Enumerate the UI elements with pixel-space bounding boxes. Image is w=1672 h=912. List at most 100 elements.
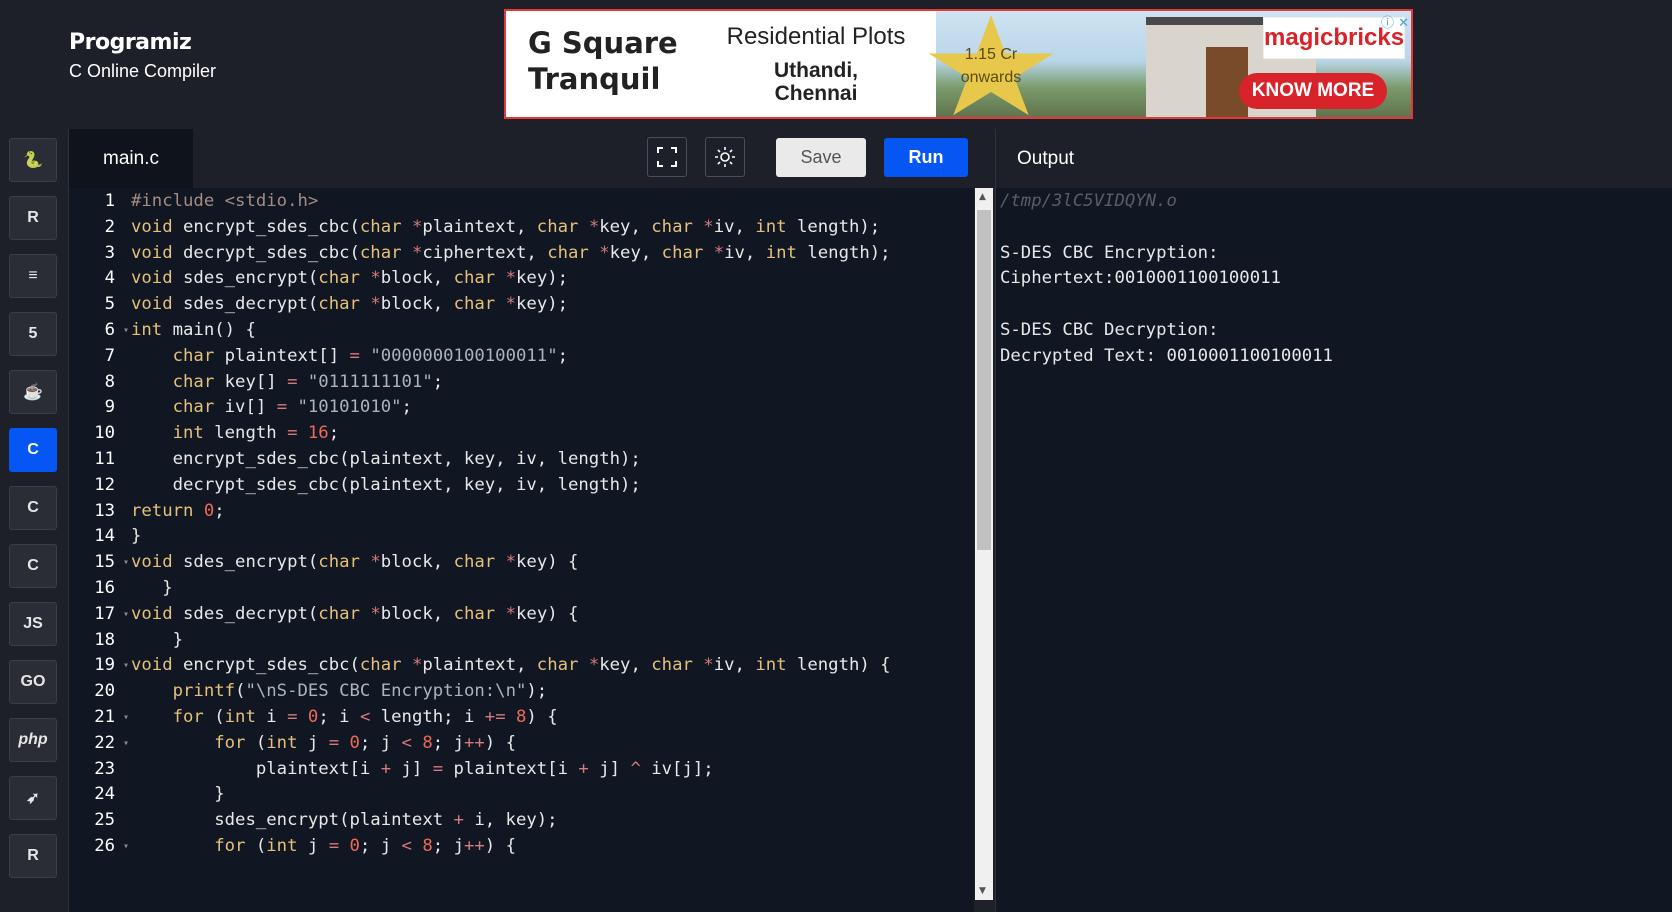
line-number: 23 xyxy=(94,758,115,779)
code-text[interactable]: } xyxy=(131,578,172,598)
know-more-button[interactable]: KNOW MORE xyxy=(1239,73,1387,109)
save-button[interactable]: Save xyxy=(776,138,866,177)
code-line[interactable]: 7 char plaintext[] = "0000000100100011"; xyxy=(69,343,974,370)
output-title: Output xyxy=(1017,148,1075,169)
code-line[interactable]: 18 } xyxy=(69,627,974,654)
code-text[interactable]: void sdes_decrypt(char *block, char *key… xyxy=(131,294,568,314)
code-text[interactable]: #include <stdio.h> xyxy=(131,191,318,211)
code-text[interactable]: decrypt_sdes_cbc(plaintext, key, iv, len… xyxy=(131,475,641,495)
scrollbar-thumb[interactable] xyxy=(977,210,991,550)
sql-icon[interactable]: ≡ xyxy=(9,254,57,298)
code-line[interactable]: 10 int length = 16; xyxy=(69,420,974,447)
code-line[interactable]: 23 plaintext[i + j] = plaintext[i + j] ^… xyxy=(69,756,974,783)
code-line[interactable]: 22 ▾ for (int j = 0; j < 8; j++) { xyxy=(69,730,974,757)
code-text[interactable]: char key[] = "0111111101"; xyxy=(131,372,444,392)
fold-arrow-icon[interactable]: ▾ xyxy=(117,549,131,576)
code-text[interactable]: for (int j = 0; j < 8; j++) { xyxy=(131,733,516,753)
python-icon[interactable]: 🐍 xyxy=(9,138,57,182)
code-text[interactable]: plaintext[i + j] = plaintext[i + j] ^ iv… xyxy=(131,759,714,779)
code-line[interactable]: 6 ▾ int main() { xyxy=(69,317,974,344)
code-text[interactable]: printf("\nS-DES CBC Encryption:\n"); xyxy=(131,681,548,701)
line-number: 17 xyxy=(94,603,115,624)
java-icon[interactable]: ☕ xyxy=(9,370,57,414)
code-line[interactable]: 4 void sdes_encrypt(char *block, char *ke… xyxy=(69,265,974,292)
fold-arrow-icon[interactable]: ▾ xyxy=(117,704,131,731)
go-icon[interactable]: GO xyxy=(9,660,57,704)
code-line[interactable]: 25 sdes_encrypt(plaintext + i, key); xyxy=(69,807,974,834)
code-line[interactable]: 3 void decrypt_sdes_cbc(char *ciphertext,… xyxy=(69,240,974,267)
code-text[interactable]: encrypt_sdes_cbc(plaintext, key, iv, len… xyxy=(131,449,641,469)
ad-close-icon[interactable]: ⓘ ✕ xyxy=(1381,12,1409,31)
code-text[interactable]: void sdes_decrypt(char *block, char *key… xyxy=(131,604,578,624)
code-line[interactable]: 19 ▾ void encrypt_sdes_cbc(char *plaintex… xyxy=(69,652,974,679)
code-text[interactable]: char iv[] = "10101010"; xyxy=(131,397,412,417)
tab-main-c[interactable]: main.c xyxy=(69,129,193,188)
scroll-up-icon[interactable]: ▲ xyxy=(979,192,986,202)
ad-price-suffix: onwards xyxy=(960,69,1022,86)
code-line[interactable]: 21 ▾ for (int i = 0; i < length; i += 8)… xyxy=(69,704,974,731)
code-text[interactable]: } xyxy=(131,526,141,546)
c-icon[interactable]: C xyxy=(9,428,57,472)
code-line[interactable]: 16 } xyxy=(69,575,974,602)
code-text[interactable]: for (int i = 0; i < length; i += 8) { xyxy=(131,707,558,727)
code-line[interactable]: 15 ▾ void sdes_encrypt(char *block, char … xyxy=(69,549,974,576)
code-text[interactable]: int length = 16; xyxy=(131,423,339,443)
code-line[interactable]: 20 printf("\nS-DES CBC Encryption:\n"); xyxy=(69,678,974,705)
programiz-logo[interactable]: Programiz xyxy=(69,30,216,55)
r-icon[interactable]: R xyxy=(9,196,57,240)
rust-icon[interactable]: R xyxy=(9,834,57,878)
code-editor[interactable]: 1 #include <stdio.h> 2 void encrypt_sdes_cb… xyxy=(69,188,974,912)
code-text[interactable]: sdes_encrypt(plaintext + i, key); xyxy=(131,810,557,830)
code-text[interactable]: void decrypt_sdes_cbc(char *ciphertext, … xyxy=(131,243,891,263)
code-text[interactable]: return 0; xyxy=(131,501,225,521)
code-text[interactable]: char plaintext[] = "0000000100100011"; xyxy=(131,346,568,366)
code-line[interactable]: 26 ▾ for (int j = 0; j < 8; j++) { xyxy=(69,833,974,860)
editor-toolbar: main.c Save Run xyxy=(69,129,995,189)
line-number: 15 xyxy=(94,552,115,573)
line-number: 5 xyxy=(104,294,115,315)
cpp-icon[interactable]: C xyxy=(9,486,57,530)
javascript-icon[interactable]: JS xyxy=(9,602,57,646)
csharp-icon[interactable]: C xyxy=(9,544,57,588)
fold-arrow-icon[interactable]: ▾ xyxy=(117,730,131,757)
fold-arrow-icon[interactable]: ▾ xyxy=(117,652,131,679)
code-line[interactable]: 8 char key[] = "0111111101"; xyxy=(69,369,974,396)
top-header: Programiz C Online Compiler G Square Tra… xyxy=(0,0,1672,128)
code-line[interactable]: 1 #include <stdio.h> xyxy=(69,188,974,215)
html5-icon[interactable]: 5 xyxy=(9,312,57,356)
code-line[interactable]: 9 char iv[] = "10101010"; xyxy=(69,394,974,421)
ad-details: Residential Plots Uthandi, Chennai xyxy=(716,23,916,105)
code-text[interactable]: void sdes_encrypt(char *block, char *key… xyxy=(131,552,578,572)
code-line[interactable]: 17 ▾ void sdes_decrypt(char *block, char … xyxy=(69,601,974,628)
advertisement-banner[interactable]: G Square Tranquil Residential Plots Utha… xyxy=(504,9,1413,119)
code-line[interactable]: 5 void sdes_decrypt(char *block, char *ke… xyxy=(69,291,974,318)
code-line[interactable]: 11 encrypt_sdes_cbc(plaintext, key, iv, … xyxy=(69,446,974,473)
code-line[interactable]: 12 decrypt_sdes_cbc(plaintext, key, iv, … xyxy=(69,472,974,499)
fold-arrow-icon[interactable]: ▾ xyxy=(117,601,131,628)
fullscreen-icon[interactable] xyxy=(647,137,687,177)
swift-icon[interactable]: ➶ xyxy=(9,776,57,820)
line-number: 25 xyxy=(94,810,115,831)
theme-toggle-icon[interactable] xyxy=(705,137,745,177)
brand[interactable]: Programiz C Online Compiler xyxy=(69,30,216,82)
fold-arrow-icon[interactable]: ▾ xyxy=(117,833,131,860)
code-line[interactable]: 24 } xyxy=(69,781,974,808)
code-text[interactable]: void sdes_encrypt(char *block, char *key… xyxy=(131,268,568,288)
output-line: Ciphertext:0010001100100011 xyxy=(1000,268,1281,289)
code-text[interactable]: void encrypt_sdes_cbc(char *plaintext, c… xyxy=(131,217,880,237)
php-icon[interactable]: php xyxy=(9,718,57,762)
code-text[interactable]: int main() { xyxy=(131,320,256,340)
scroll-down-icon[interactable]: ▼ xyxy=(979,886,986,896)
code-text[interactable]: for (int j = 0; j < 8; j++) { xyxy=(131,836,516,856)
language-sidebar: 🐍 R ≡ 5 ☕ C C C JS GO php ➶ R xyxy=(0,129,69,912)
fold-arrow-icon[interactable]: ▾ xyxy=(117,317,131,344)
line-number: 4 xyxy=(104,268,115,289)
editor-scrollbar[interactable]: ▲ ▼ xyxy=(975,188,993,900)
code-text[interactable]: } xyxy=(131,630,183,650)
run-button[interactable]: Run xyxy=(884,138,968,177)
code-text[interactable]: void encrypt_sdes_cbc(char *plaintext, c… xyxy=(131,655,891,675)
code-line[interactable]: 2 void encrypt_sdes_cbc(char *plaintext, … xyxy=(69,214,974,241)
code-line[interactable]: 13 return 0; xyxy=(69,498,974,525)
code-line[interactable]: 14} xyxy=(69,523,974,550)
code-text[interactable]: } xyxy=(131,784,224,804)
